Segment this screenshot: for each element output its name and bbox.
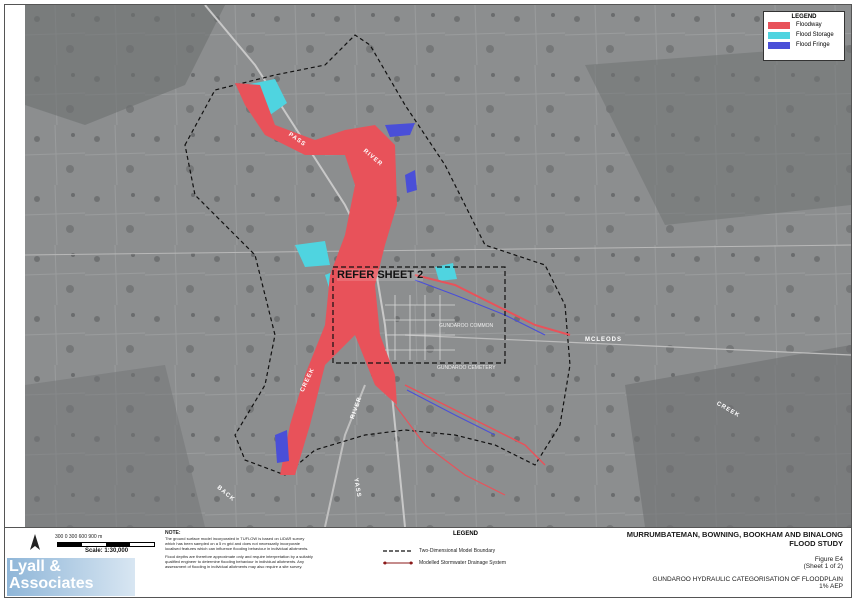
note-text-1: The ground surface model incorporated in… bbox=[165, 536, 309, 551]
aerial-map[interactable]: REFER SHEET 2 PASS RIVER CREEK RIVER YAS… bbox=[25, 5, 851, 527]
figure-number: Figure E4 bbox=[814, 556, 843, 563]
drainage-line-icon bbox=[383, 561, 413, 565]
note-block: NOTE: The ground surface model incorpora… bbox=[165, 530, 315, 570]
mcleods-label: MCLEODS bbox=[585, 337, 622, 343]
gundaroo-cemetery-label: GUNDAROO CEMETERY bbox=[437, 365, 496, 371]
gundaroo-common-label: GUNDAROO COMMON bbox=[439, 323, 494, 329]
footer-legend-title: LEGEND bbox=[453, 531, 479, 537]
title-block: MURRUMBATEMAN, BOWNING, BOOKHAM AND BINA… bbox=[627, 530, 843, 590]
map-canvas bbox=[25, 5, 851, 527]
scale-ticks: 300 0 300 600 900 m bbox=[55, 534, 103, 540]
legend-row-flood-fringe: Flood Fringe bbox=[768, 40, 844, 50]
legend-drainage-label: Modelled Stormwater Drainage System bbox=[419, 560, 506, 566]
legend-label-flood-fringe: Flood Fringe bbox=[796, 42, 830, 48]
title-block-footer: 300 0 300 600 900 m Scale: 1:30,000 Lyal… bbox=[5, 527, 851, 597]
legend-drainage-row: Modelled Stormwater Drainage System bbox=[383, 560, 506, 566]
figure-subtitle: GUNDAROO HYDRAULIC CATEGORISATION OF FLO… bbox=[652, 576, 843, 583]
company-logo: Lyall & Associates bbox=[7, 558, 135, 596]
legend-boundary-row: Two-Dimensional Model Boundary bbox=[383, 548, 495, 554]
flood-storage-swatch bbox=[768, 31, 790, 39]
north-arrow-icon bbox=[30, 534, 40, 550]
legend-row-floodway: Floodway bbox=[768, 20, 844, 30]
dashed-line-icon bbox=[383, 550, 413, 552]
refer-sheet-label: REFER SHEET 2 bbox=[337, 269, 424, 281]
legend-label-flood-storage: Flood Storage bbox=[796, 32, 834, 38]
scale-label: Scale: 1:30,000 bbox=[85, 548, 129, 554]
logo-line2: Associates bbox=[9, 575, 94, 592]
title-line2: FLOOD STUDY bbox=[789, 539, 843, 548]
scale-bar bbox=[57, 542, 155, 547]
flood-fringe-swatch bbox=[768, 41, 790, 49]
legend-row-flood-storage: Flood Storage bbox=[768, 30, 844, 40]
title-line1: MURRUMBATEMAN, BOWNING, BOOKHAM AND BINA… bbox=[626, 530, 843, 539]
aep-label: 1% AEP bbox=[819, 583, 843, 590]
legend-boundary-label: Two-Dimensional Model Boundary bbox=[419, 548, 496, 554]
figure-frame: REFER SHEET 2 PASS RIVER CREEK RIVER YAS… bbox=[4, 4, 852, 598]
sheet-number: (Sheet 1 of 2) bbox=[803, 563, 843, 570]
map-legend: LEGEND Floodway Flood Storage Flood Frin… bbox=[763, 11, 845, 61]
floodway-swatch bbox=[768, 21, 790, 29]
note-text-2: Flood depths are therefore approximate o… bbox=[165, 554, 313, 569]
legend-label-floodway: Floodway bbox=[796, 22, 822, 28]
logo-line1: Lyall & bbox=[9, 558, 61, 575]
